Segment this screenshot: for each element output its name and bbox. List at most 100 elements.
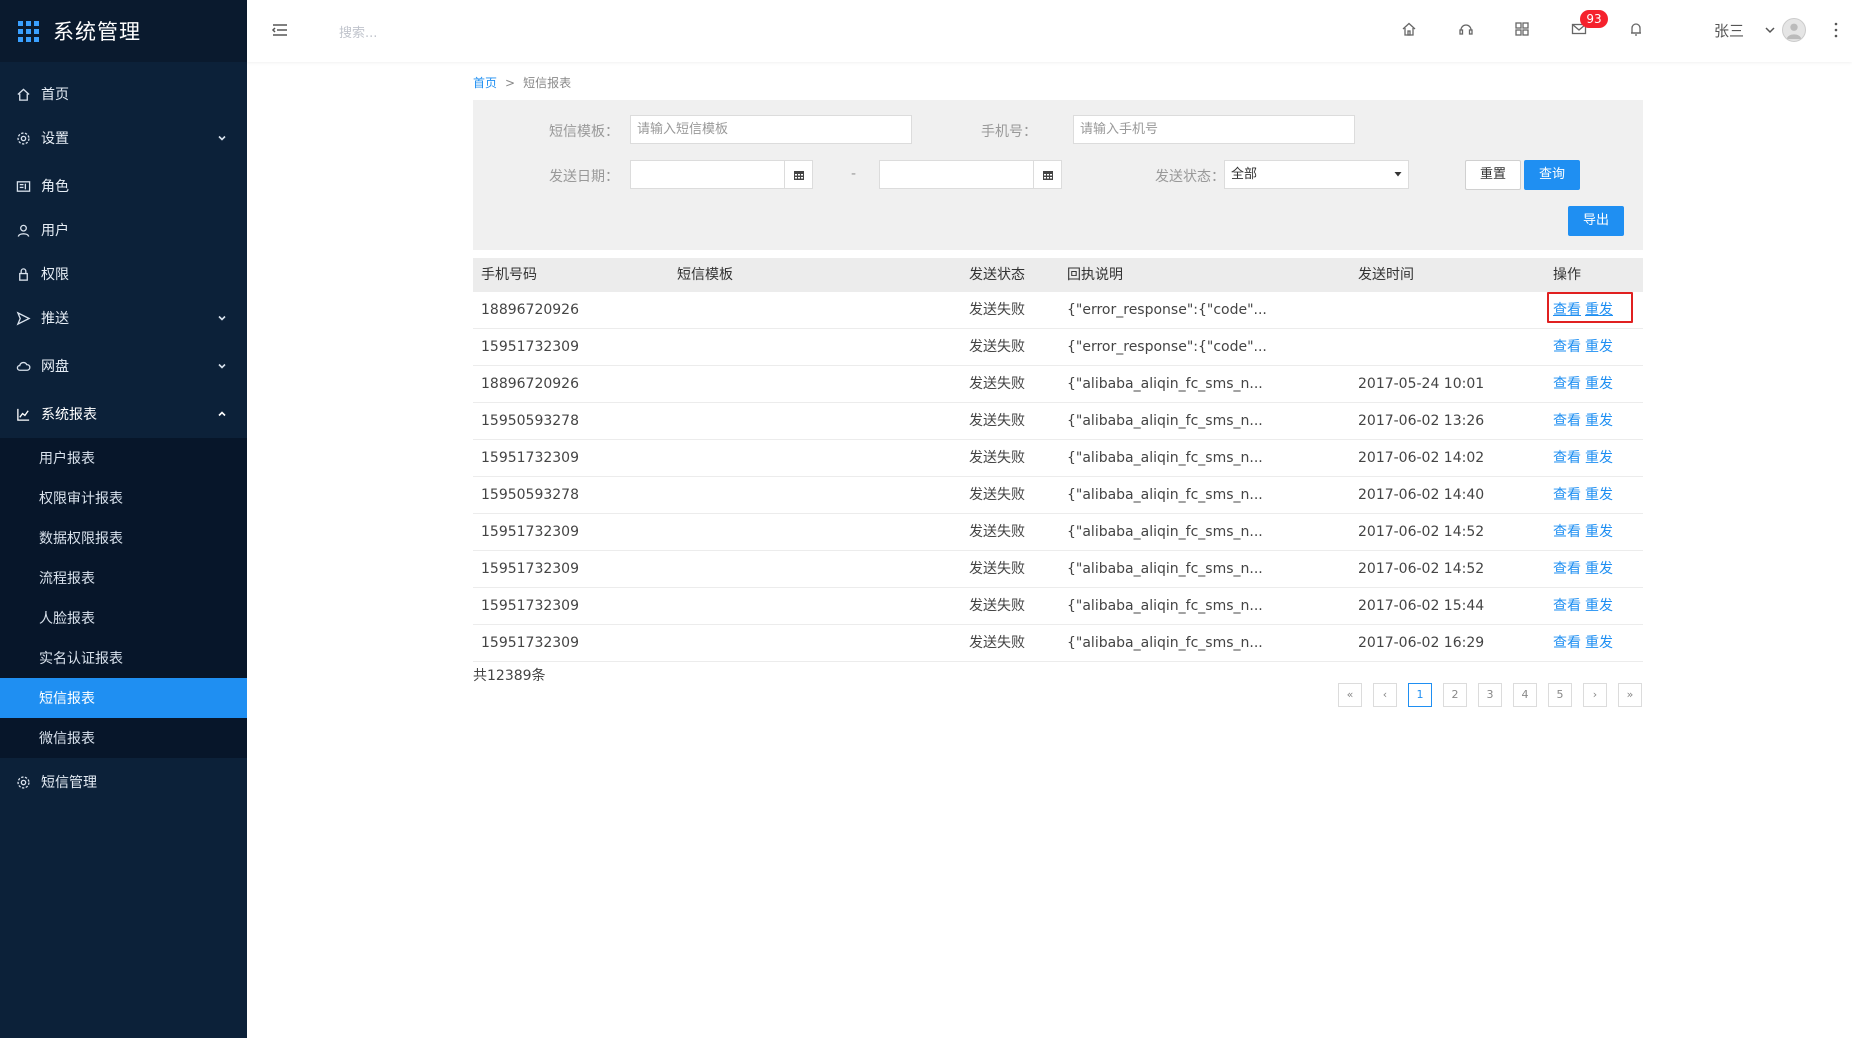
brand[interactable]: 系统管理 (0, 0, 247, 62)
sidebar-subitem-realname-report[interactable]: 实名认证报表 (0, 638, 247, 678)
breadcrumb-current: 短信报表 (523, 76, 572, 90)
view-link[interactable]: 查看 (1553, 376, 1581, 392)
home-icon[interactable] (1400, 20, 1420, 40)
template-label: 短信模板： (549, 124, 619, 140)
avatar[interactable] (1782, 18, 1806, 42)
resend-link[interactable]: 重发 (1585, 376, 1613, 392)
highlight-annotation-box (1547, 292, 1633, 323)
cell-time: 2017-06-02 14:52 (1358, 524, 1485, 540)
cell-phone: 15951732309 (481, 450, 579, 466)
view-link[interactable]: 查看 (1553, 598, 1581, 614)
cell-actions: 查看 重发 (1553, 625, 1617, 662)
cell-time: 2017-06-02 13:26 (1358, 413, 1485, 429)
cell-time: 2017-06-02 14:02 (1358, 450, 1485, 466)
sidebar-item-settings[interactable]: 设置 (0, 116, 247, 160)
table-row: 18896720926 发送失败 {"alibaba_aliqin_fc_sms… (473, 366, 1643, 403)
view-link[interactable]: 查看 (1553, 450, 1581, 466)
view-link[interactable]: 查看 (1553, 339, 1581, 355)
search-input[interactable]: 搜索... (339, 22, 377, 41)
apps-icon[interactable] (1513, 20, 1533, 40)
sidebar-item-push[interactable]: 推送 (0, 296, 247, 340)
resend-link[interactable]: 重发 (1585, 450, 1613, 466)
cell-status: 发送失败 (969, 339, 1025, 355)
cell-receipt: {"error_response":{"code"... (1067, 302, 1267, 318)
resend-link[interactable]: 重发 (1585, 413, 1613, 429)
breadcrumb-home[interactable]: 首页 (473, 76, 497, 90)
cell-receipt: {"alibaba_aliqin_fc_sms_n... (1067, 487, 1263, 503)
pagination-page-2[interactable]: 2 (1443, 683, 1467, 707)
column-header-time: 发送时间 (1358, 267, 1414, 283)
phone-input[interactable]: 请输入手机号 (1073, 115, 1355, 144)
calendar-icon[interactable] (784, 161, 812, 188)
end-date-input[interactable] (879, 160, 1062, 189)
sidebar-subitem-sms-report[interactable]: 短信报表 (0, 678, 247, 718)
resend-link[interactable]: 重发 (1585, 561, 1613, 577)
menu-toggle-icon[interactable] (270, 20, 290, 40)
resend-link[interactable]: 重发 (1585, 339, 1613, 355)
sidebar-item-users[interactable]: 用户 (0, 208, 247, 252)
pagination-page-3[interactable]: 3 (1478, 683, 1502, 707)
cell-phone: 15951732309 (481, 339, 579, 355)
sidebar-subitem-wechat-report[interactable]: 微信报表 (0, 718, 247, 758)
chevron-down-icon[interactable] (1765, 26, 1775, 34)
calendar-icon[interactable] (1033, 161, 1061, 188)
resend-link[interactable]: 重发 (1585, 487, 1613, 503)
pagination-prev-button[interactable]: ‹ (1373, 683, 1397, 707)
sidebar-item-label: 网盘 (41, 359, 69, 375)
sidebar-item-home[interactable]: 首页 (0, 72, 247, 116)
sidebar-item-permissions[interactable]: 权限 (0, 252, 247, 296)
status-select[interactable]: 全部 (1224, 160, 1409, 189)
cell-time: 2017-05-24 10:01 (1358, 376, 1485, 392)
view-link[interactable]: 查看 (1553, 413, 1581, 429)
headset-icon[interactable] (1457, 20, 1477, 40)
pagination-next-button[interactable]: › (1583, 683, 1607, 707)
resend-link[interactable]: 重发 (1585, 598, 1613, 614)
sidebar-subitem-user-report[interactable]: 用户报表 (0, 438, 247, 478)
pagination-first-button[interactable]: « (1338, 683, 1362, 707)
chevron-up-icon (218, 411, 226, 417)
cell-status: 发送失败 (969, 302, 1025, 318)
sidebar-item-sms-management[interactable]: 短信管理 (0, 760, 247, 804)
search-button[interactable]: 查询 (1524, 160, 1580, 190)
sidebar-subitem-permission-audit-report[interactable]: 权限审计报表 (0, 478, 247, 518)
date-separator: - (850, 166, 856, 182)
pagination-last-button[interactable]: » (1618, 683, 1642, 707)
export-button[interactable]: 导出 (1568, 206, 1624, 236)
sidebar-item-roles[interactable]: 角色 (0, 164, 247, 208)
cell-phone: 18896720926 (481, 302, 579, 318)
template-input[interactable]: 请输入短信模板 (630, 115, 912, 144)
view-link[interactable]: 查看 (1553, 561, 1581, 577)
view-link[interactable]: 查看 (1553, 524, 1581, 540)
gear-icon (15, 774, 31, 790)
view-link[interactable]: 查看 (1553, 487, 1581, 503)
sidebar-subitem-data-permission-report[interactable]: 数据权限报表 (0, 518, 247, 558)
sidebar-item-system-reports[interactable]: 系统报表 (0, 392, 247, 436)
cell-status: 发送失败 (969, 561, 1025, 577)
column-header-phone: 手机号码 (481, 267, 537, 283)
table-row: 15951732309 发送失败 {"alibaba_aliqin_fc_sms… (473, 514, 1643, 551)
cell-phone: 15951732309 (481, 561, 579, 577)
send-icon (15, 310, 31, 326)
breadcrumb-separator: > (505, 76, 516, 90)
pagination-page-5[interactable]: 5 (1548, 683, 1572, 707)
reset-button[interactable]: 重置 (1465, 160, 1521, 190)
resend-link[interactable]: 重发 (1585, 524, 1613, 540)
user-icon (15, 222, 31, 238)
cell-phone: 15950593278 (481, 487, 579, 503)
start-date-input[interactable] (630, 160, 813, 189)
sidebar-subitem-face-report[interactable]: 人脸报表 (0, 598, 247, 638)
user-name[interactable]: 张三 (1714, 20, 1744, 41)
cell-status: 发送失败 (969, 450, 1025, 466)
cell-status: 发送失败 (969, 413, 1025, 429)
more-vertical-icon[interactable] (1834, 22, 1838, 38)
resend-link[interactable]: 重发 (1585, 635, 1613, 651)
sidebar-item-netdisk[interactable]: 网盘 (0, 344, 247, 388)
sidebar-item-label: 设置 (41, 131, 69, 147)
bell-icon[interactable] (1627, 20, 1647, 40)
cell-receipt: {"alibaba_aliqin_fc_sms_n... (1067, 635, 1263, 651)
sidebar-subitem-workflow-report[interactable]: 流程报表 (0, 558, 247, 598)
pagination-page-1[interactable]: 1 (1408, 683, 1432, 707)
pagination-page-4[interactable]: 4 (1513, 683, 1537, 707)
view-link[interactable]: 查看 (1553, 635, 1581, 651)
cell-phone: 15951732309 (481, 635, 579, 651)
